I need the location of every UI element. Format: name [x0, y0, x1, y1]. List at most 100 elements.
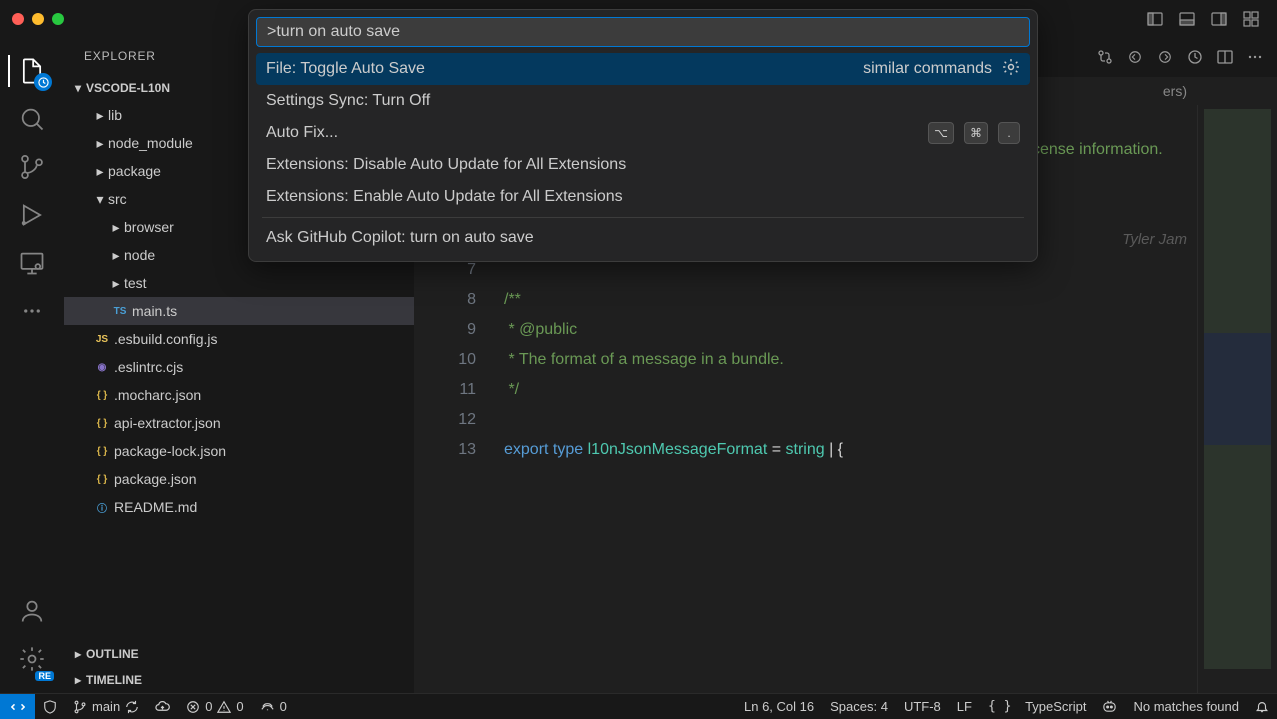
accounts-activity-icon[interactable] — [8, 587, 56, 635]
command-palette-item[interactable]: Extensions: Enable Auto Update for All E… — [256, 181, 1030, 213]
eslint-file-icon: ◉ — [92, 357, 112, 377]
folder-item[interactable]: ▸test — [64, 269, 414, 297]
chevron-down-icon: ▾ — [92, 191, 108, 207]
file-item[interactable]: TSmain.ts — [64, 297, 414, 325]
file-item[interactable]: JS.esbuild.config.js — [64, 325, 414, 353]
command-palette-item[interactable]: Ask GitHub Copilot: turn on auto save — [256, 222, 1030, 254]
minimize-window-icon[interactable] — [32, 13, 44, 25]
ports-status[interactable]: 0 — [252, 694, 295, 719]
go-back-icon[interactable] — [1121, 43, 1149, 71]
activity-bar: RE — [0, 37, 64, 693]
remote-explorer-activity-icon[interactable] — [8, 239, 56, 287]
command-palette-item[interactable]: Settings Sync: Turn Off — [256, 85, 1030, 117]
run-activity-icon[interactable] — [8, 191, 56, 239]
tree-item-label: test — [124, 275, 147, 291]
tree-item-label: api-extractor.json — [114, 415, 221, 431]
tree-item-label: node — [124, 247, 155, 263]
close-window-icon[interactable] — [12, 13, 24, 25]
tree-item-label: .esbuild.config.js — [114, 331, 218, 347]
command-palette-item[interactable]: File: Toggle Auto Save similar commands — [256, 53, 1030, 85]
tree-item-label: package — [108, 163, 161, 179]
file-item[interactable]: { }package-lock.json — [64, 437, 414, 465]
chevron-down-icon: ▾ — [70, 80, 86, 96]
command-label: File: Toggle Auto Save — [266, 60, 425, 78]
json-file-icon: { } — [92, 385, 112, 405]
maximize-window-icon[interactable] — [52, 13, 64, 25]
chevron-right-icon: ▸ — [108, 219, 124, 235]
warning-count: 0 — [236, 699, 243, 714]
chevron-right-icon: ▸ — [70, 672, 86, 688]
command-palette: File: Toggle Auto Save similar commands Se… — [248, 9, 1038, 262]
tree-item-label: main.ts — [132, 303, 177, 319]
copilot-status[interactable] — [1094, 694, 1125, 719]
indentation-status[interactable]: Spaces: 4 — [822, 694, 896, 719]
customize-layout-icon[interactable] — [1237, 5, 1265, 33]
command-label: Extensions: Enable Auto Update for All E… — [266, 188, 623, 206]
cloud-status[interactable] — [147, 694, 178, 719]
command-label: Auto Fix... — [266, 124, 338, 142]
notifications-icon[interactable] — [1247, 694, 1277, 719]
command-palette-item[interactable]: Extensions: Disable Auto Update for All … — [256, 149, 1030, 181]
git-compare-icon[interactable] — [1091, 43, 1119, 71]
chevron-right-icon: ▸ — [92, 135, 108, 151]
tree-item-label: node_module — [108, 135, 193, 151]
tree-item-label: browser — [124, 219, 174, 235]
breadcrumb-fragment[interactable]: ers) — [1163, 83, 1187, 99]
chevron-right-icon: ▸ — [92, 163, 108, 179]
layout-panel-icon[interactable] — [1173, 5, 1201, 33]
gear-icon[interactable] — [1002, 58, 1020, 81]
file-item[interactable]: ◉.eslintrc.cjs — [64, 353, 414, 381]
cursor-position-status[interactable]: Ln 6, Col 16 — [736, 694, 822, 719]
keybinding: ⌘ — [964, 122, 988, 144]
search-status[interactable]: No matches found — [1125, 694, 1247, 719]
json-file-icon: { } — [92, 441, 112, 461]
project-name: VSCODE-L10N — [86, 81, 170, 95]
source-control-activity-icon[interactable] — [8, 143, 56, 191]
pending-badge-icon — [34, 73, 52, 91]
chevron-right-icon: ▸ — [108, 247, 124, 263]
outline-label: OUTLINE — [86, 647, 139, 661]
file-item[interactable]: { }api-extractor.json — [64, 409, 414, 437]
sync-icon — [125, 700, 139, 714]
search-activity-icon[interactable] — [8, 95, 56, 143]
command-label: Extensions: Disable Auto Update for All … — [266, 156, 626, 174]
outline-section-header[interactable]: ▸ OUTLINE — [64, 641, 414, 667]
timeline-icon[interactable] — [1181, 43, 1209, 71]
git-branch-status[interactable]: main — [65, 694, 147, 719]
timeline-label: TIMELINE — [86, 673, 142, 687]
tree-item-label: README.md — [114, 499, 197, 515]
similar-commands-hint: similar commands — [863, 60, 992, 78]
tree-item-label: .mocharc.json — [114, 387, 201, 403]
tree-item-label: package.json — [114, 471, 197, 487]
language-status[interactable]: { } TypeScript — [980, 694, 1095, 719]
ports-count: 0 — [280, 699, 287, 714]
eol-status[interactable]: LF — [949, 694, 980, 719]
minimap[interactable] — [1197, 105, 1277, 693]
explorer-activity-icon[interactable] — [8, 47, 56, 95]
more-icon[interactable] — [1241, 43, 1269, 71]
git-blame-annotation: Tyler Jam — [1122, 225, 1187, 255]
ts-file-icon: TS — [110, 301, 130, 321]
problems-status[interactable]: 0 0 — [178, 694, 251, 719]
window-controls — [12, 13, 64, 25]
timeline-section-header[interactable]: ▸ TIMELINE — [64, 667, 414, 693]
split-editor-icon[interactable] — [1211, 43, 1239, 71]
settings-activity-icon[interactable]: RE — [8, 635, 56, 683]
trust-status[interactable] — [35, 694, 65, 719]
overflow-activity-icon[interactable] — [8, 287, 56, 335]
file-item[interactable]: ⓘREADME.md — [64, 493, 414, 521]
error-count: 0 — [205, 699, 212, 714]
file-item[interactable]: { }package.json — [64, 465, 414, 493]
branch-name: main — [92, 699, 120, 714]
tree-item-label: src — [108, 191, 127, 207]
json-file-icon: { } — [92, 413, 112, 433]
minimap-content — [1204, 109, 1271, 669]
layout-secondary-sidebar-icon[interactable] — [1205, 5, 1233, 33]
command-palette-input[interactable] — [256, 17, 1030, 47]
file-item[interactable]: { }.mocharc.json — [64, 381, 414, 409]
encoding-status[interactable]: UTF-8 — [896, 694, 949, 719]
go-forward-icon[interactable] — [1151, 43, 1179, 71]
command-palette-item[interactable]: Auto Fix...⌥⌘. — [256, 117, 1030, 149]
remote-indicator[interactable] — [0, 694, 35, 719]
layout-primary-sidebar-icon[interactable] — [1141, 5, 1169, 33]
